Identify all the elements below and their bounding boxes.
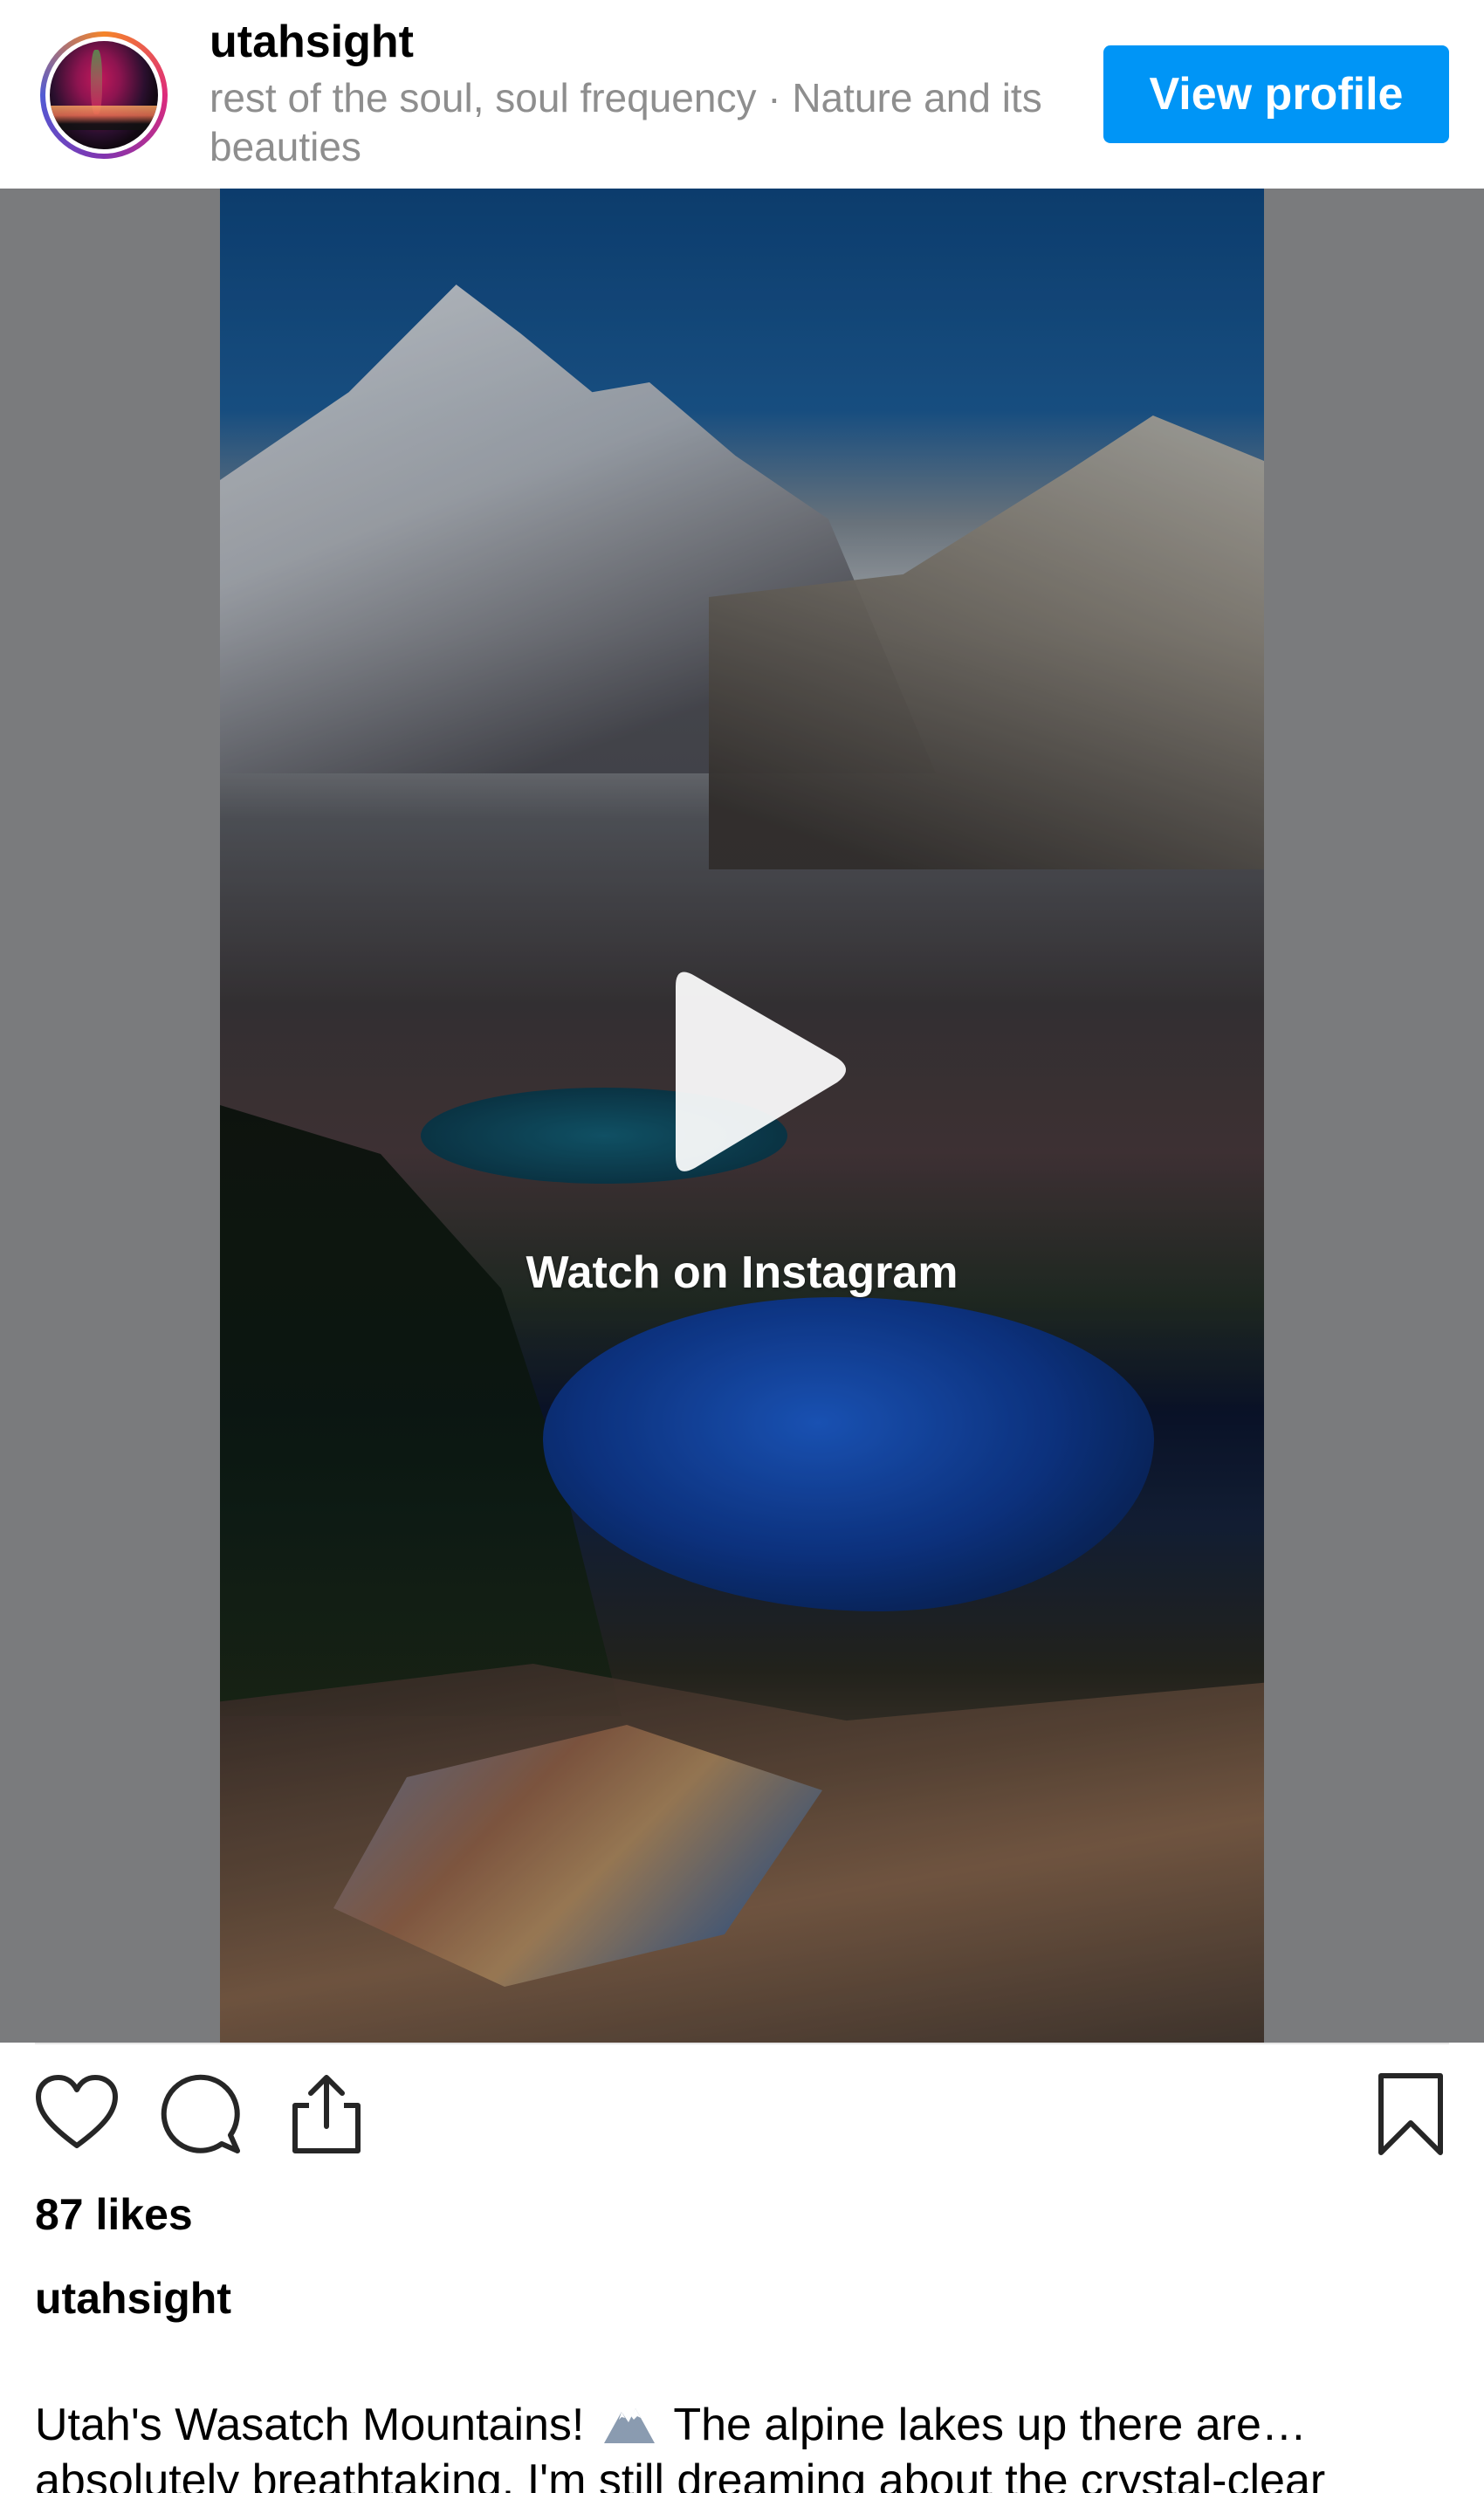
media-container: Watch on Instagram xyxy=(0,189,1484,2043)
caption-username[interactable]: utahsight xyxy=(35,2273,231,2324)
post-header: utahsight rest of the soul, soul frequen… xyxy=(0,0,1484,189)
like-button[interactable] xyxy=(33,2071,120,2158)
profile-bio: rest of the soul, soul frequency · Natur… xyxy=(210,75,1042,169)
avatar[interactable] xyxy=(40,31,168,159)
likes-count[interactable]: 87 likes xyxy=(35,2189,193,2240)
view-profile-button[interactable]: View profile xyxy=(1103,45,1449,143)
watch-on-instagram-link[interactable]: Watch on Instagram xyxy=(0,1246,1484,1299)
share-button[interactable] xyxy=(283,2071,370,2158)
save-button[interactable] xyxy=(1367,2071,1454,2158)
post-caption: Utah's Wasatch Mountains! The alpine lak… xyxy=(35,2397,1458,2493)
heart-icon xyxy=(36,2075,118,2148)
bookmark-icon xyxy=(1378,2073,1443,2155)
comment-icon xyxy=(161,2074,240,2153)
caption-text-start: Utah's Wasatch Mountains! xyxy=(35,2400,585,2450)
mountain-icon xyxy=(603,2408,655,2443)
share-icon xyxy=(292,2075,361,2153)
avatar-image xyxy=(50,41,158,149)
divider xyxy=(35,2043,1449,2044)
header-username[interactable]: utahsight xyxy=(210,16,414,68)
play-icon[interactable] xyxy=(641,960,859,1187)
comment-button[interactable] xyxy=(157,2071,244,2158)
video-thumbnail[interactable] xyxy=(220,189,1264,2043)
